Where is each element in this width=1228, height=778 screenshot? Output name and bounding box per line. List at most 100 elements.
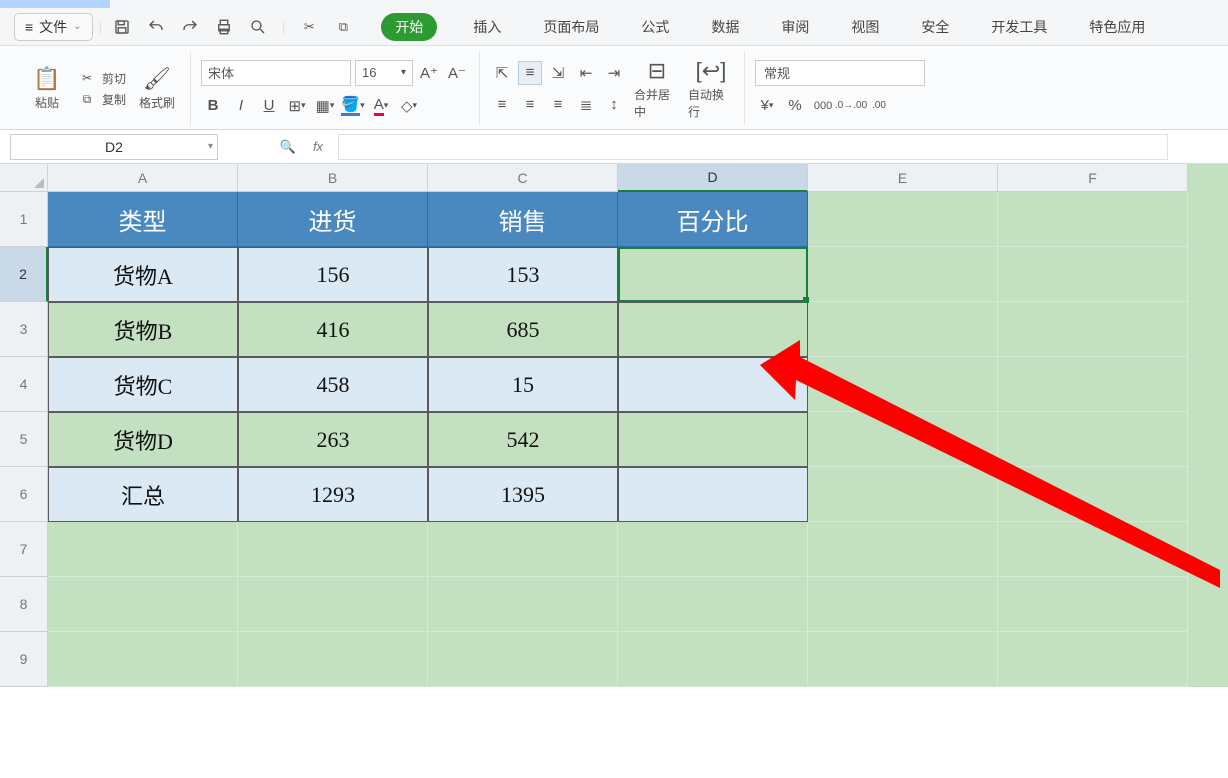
row-header-4[interactable]: 4: [0, 357, 48, 412]
font-name-combo[interactable]: 宋体: [201, 60, 351, 86]
undo-icon[interactable]: [146, 17, 166, 37]
col-header-E[interactable]: E: [808, 164, 998, 192]
number-format-combo[interactable]: 常规: [755, 60, 925, 86]
redo-icon[interactable]: [180, 17, 200, 37]
cell-E5[interactable]: [808, 412, 998, 467]
row-header-2[interactable]: 2: [0, 247, 48, 302]
row-header-3[interactable]: 3: [0, 302, 48, 357]
underline-button[interactable]: U: [257, 94, 281, 118]
col-header-C[interactable]: C: [428, 164, 618, 192]
tab-page-layout[interactable]: 页面布局: [537, 13, 605, 41]
increase-font-icon[interactable]: A⁺: [417, 61, 441, 85]
cell-B6[interactable]: 1293: [238, 467, 428, 522]
cell-C3[interactable]: 685: [428, 302, 618, 357]
percent-icon[interactable]: %: [783, 94, 807, 118]
tab-view[interactable]: 视图: [845, 13, 885, 41]
cell-D1[interactable]: 百分比: [618, 192, 808, 247]
cell-F2[interactable]: [998, 247, 1188, 302]
cell-F5[interactable]: [998, 412, 1188, 467]
copy-button[interactable]: ⧉复制: [78, 91, 126, 108]
cell-F4[interactable]: [998, 357, 1188, 412]
tab-security[interactable]: 安全: [915, 13, 955, 41]
cell-D6[interactable]: [618, 467, 808, 522]
font-size-combo[interactable]: 16▾: [355, 60, 413, 86]
select-all-corner[interactable]: [0, 164, 48, 192]
tab-review[interactable]: 审阅: [775, 13, 815, 41]
lookup-icon[interactable]: 🔍: [278, 137, 298, 157]
row-header-9[interactable]: 9: [0, 632, 48, 687]
cell-B2[interactable]: 156: [238, 247, 428, 302]
fill-color-button[interactable]: 🪣▾: [341, 94, 365, 118]
cell-C1[interactable]: 销售: [428, 192, 618, 247]
cell-F1[interactable]: [998, 192, 1188, 247]
increase-indent-icon[interactable]: ⇥: [602, 61, 626, 85]
align-top-icon[interactable]: ⇱: [490, 61, 514, 85]
cell-D5[interactable]: [618, 412, 808, 467]
cell-A2[interactable]: 货物A: [48, 247, 238, 302]
cell-B3[interactable]: 416: [238, 302, 428, 357]
cell-E4[interactable]: [808, 357, 998, 412]
spreadsheet-grid[interactable]: A B C D E F 1 类型 进货 销售 百分比 2 货物A 156 153…: [0, 164, 1228, 687]
tab-home[interactable]: 开始: [381, 13, 437, 41]
col-header-F[interactable]: F: [998, 164, 1188, 192]
col-header-B[interactable]: B: [238, 164, 428, 192]
cell-F6[interactable]: [998, 467, 1188, 522]
align-center-icon[interactable]: ≡: [518, 93, 542, 117]
align-bottom-icon[interactable]: ⇲: [546, 61, 570, 85]
file-menu-button[interactable]: ≡ 文件 ⌄: [14, 13, 93, 41]
row-header-7[interactable]: 7: [0, 522, 48, 577]
cell-D2-selected[interactable]: [618, 247, 808, 302]
cell-A1[interactable]: 类型: [48, 192, 238, 247]
wrap-text-button[interactable]: [↩] 自动换行: [688, 54, 734, 124]
cell-C5[interactable]: 542: [428, 412, 618, 467]
formula-input[interactable]: [338, 134, 1168, 160]
format-painter-button[interactable]: 🖌 格式刷: [134, 54, 180, 124]
fx-icon[interactable]: fx: [308, 137, 328, 157]
border-button[interactable]: ⊞▾: [285, 94, 309, 118]
align-middle-icon[interactable]: ≡: [518, 61, 542, 85]
paste-button[interactable]: 📋 粘贴: [24, 54, 70, 124]
cell-A5[interactable]: 货物D: [48, 412, 238, 467]
row-header-1[interactable]: 1: [0, 192, 48, 247]
clear-format-button[interactable]: ◇▾: [397, 94, 421, 118]
cell-A9[interactable]: [48, 632, 238, 687]
col-header-A[interactable]: A: [48, 164, 238, 192]
row-header-6[interactable]: 6: [0, 467, 48, 522]
col-header-D[interactable]: D: [618, 164, 808, 192]
cell-E3[interactable]: [808, 302, 998, 357]
merge-center-button[interactable]: ⊟ 合并居中: [634, 54, 680, 124]
tab-developer[interactable]: 开发工具: [985, 13, 1053, 41]
cell-E1[interactable]: [808, 192, 998, 247]
print-icon[interactable]: [214, 17, 234, 37]
cell-D3[interactable]: [618, 302, 808, 357]
save-icon[interactable]: [112, 17, 132, 37]
cell-F3[interactable]: [998, 302, 1188, 357]
currency-icon[interactable]: ¥▾: [755, 94, 779, 118]
comma-icon[interactable]: 000: [811, 94, 835, 118]
tab-formulas[interactable]: 公式: [635, 13, 675, 41]
cell-E2[interactable]: [808, 247, 998, 302]
italic-button[interactable]: I: [229, 94, 253, 118]
cell-A6[interactable]: 汇总: [48, 467, 238, 522]
cell-A3[interactable]: 货物B: [48, 302, 238, 357]
decrease-decimal-icon[interactable]: .00: [867, 94, 891, 118]
tab-data[interactable]: 数据: [705, 13, 745, 41]
tab-insert[interactable]: 插入: [467, 13, 507, 41]
cell-B5[interactable]: 263: [238, 412, 428, 467]
cell-C4[interactable]: 15: [428, 357, 618, 412]
fill-style-button[interactable]: ▦▾: [313, 94, 337, 118]
cell-E6[interactable]: [808, 467, 998, 522]
name-box[interactable]: D2 ▾: [10, 134, 218, 160]
cell-C6[interactable]: 1395: [428, 467, 618, 522]
decrease-indent-icon[interactable]: ⇤: [574, 61, 598, 85]
cell-A4[interactable]: 货物C: [48, 357, 238, 412]
bold-button[interactable]: B: [201, 94, 225, 118]
row-header-5[interactable]: 5: [0, 412, 48, 467]
cell-C2[interactable]: 153: [428, 247, 618, 302]
orientation-icon[interactable]: ↕: [602, 93, 626, 117]
increase-decimal-icon[interactable]: .0→.00: [839, 94, 863, 118]
cell-A8[interactable]: [48, 577, 238, 632]
font-color-button[interactable]: A▾: [369, 94, 393, 118]
row-header-8[interactable]: 8: [0, 577, 48, 632]
cut-toolbar-icon[interactable]: ✂: [299, 17, 319, 37]
